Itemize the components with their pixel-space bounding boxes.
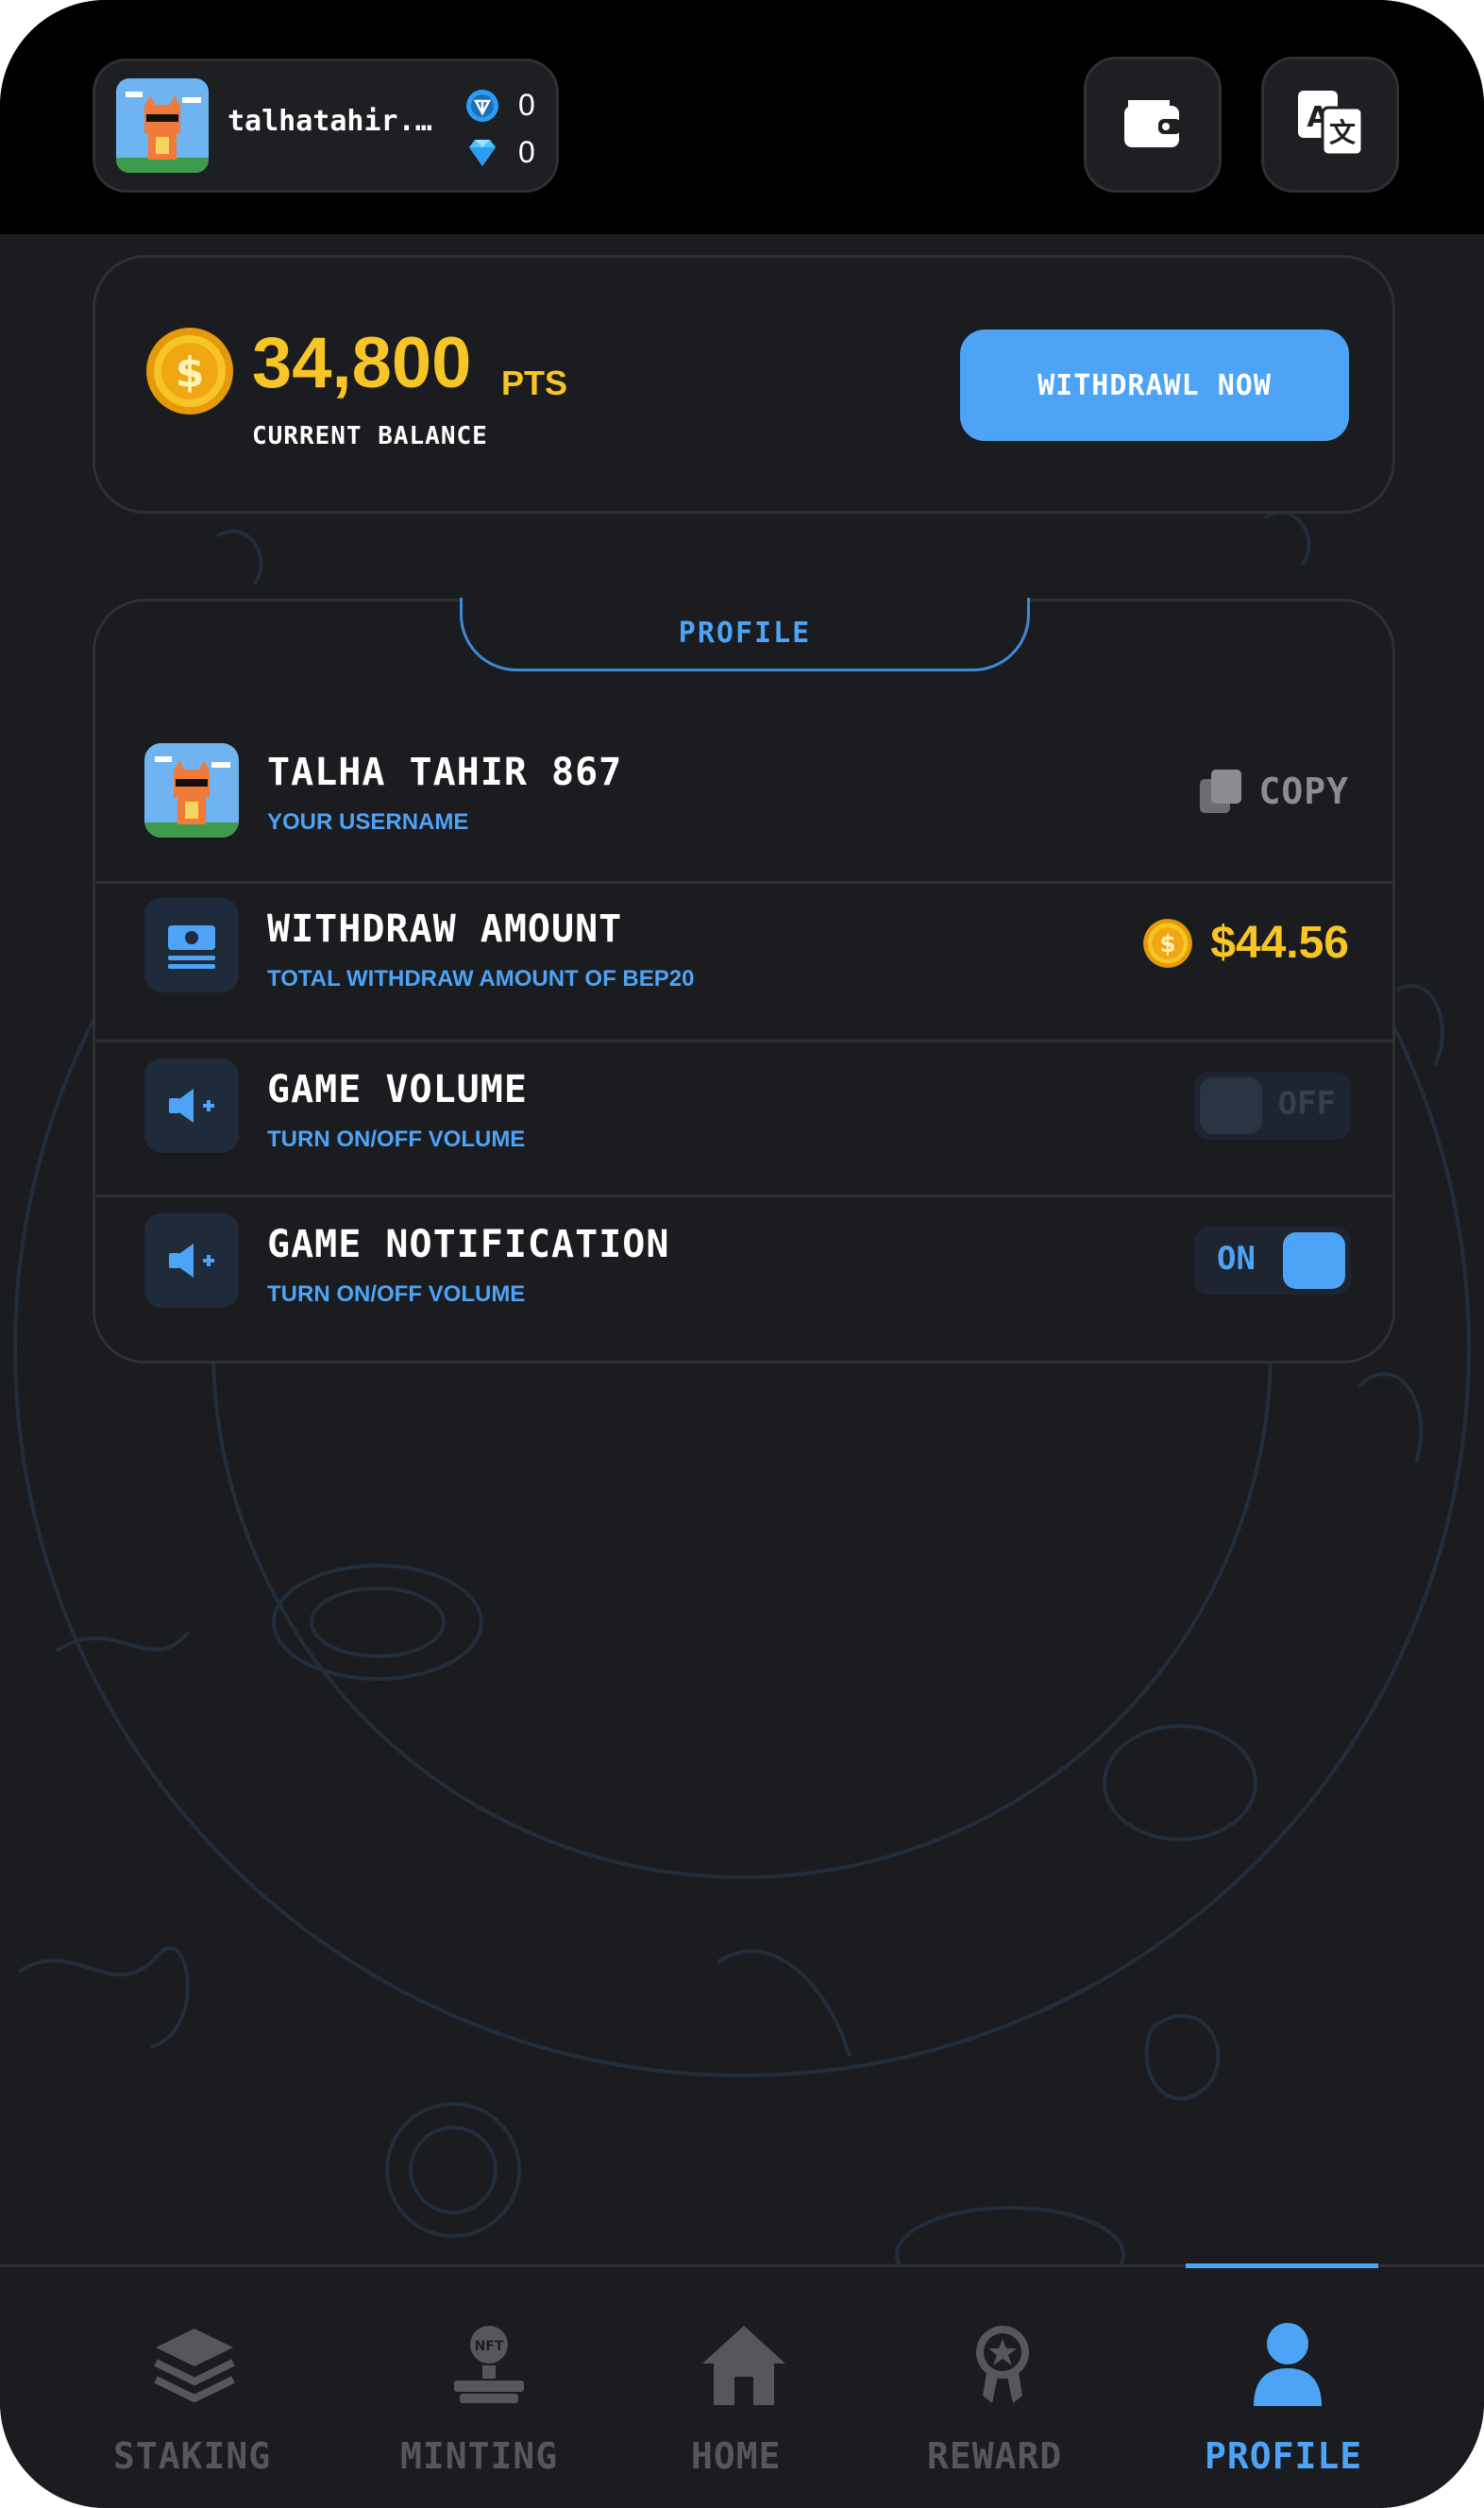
nav-label-reward: REWARD (927, 2435, 1063, 2477)
app-screen: talhatahir... 0 0 A 文 $ 34,800 PTS CURRE… (0, 0, 1484, 2508)
reward-medal-icon (951, 2313, 1054, 2416)
toggle-label: OFF (1277, 1085, 1336, 1123)
nav-label-staking: STAKING (113, 2435, 272, 2477)
translate-icon: A 文 (1294, 87, 1366, 162)
user-icon (1236, 2313, 1340, 2416)
home-icon (692, 2313, 796, 2416)
gem-balance: 0 (465, 135, 535, 170)
profile-username: TALHA TAHIR 867 (267, 751, 623, 794)
svg-text:$: $ (1160, 930, 1176, 957)
game-volume-title: GAME VOLUME (267, 1068, 528, 1111)
withdraw-amount-row: WITHDRAW AMOUNT TOTAL WITHDRAW AMOUNT OF… (95, 898, 1392, 1030)
withdraw-amount-subtitle: TOTAL WITHDRAW AMOUNT OF BEP20 (267, 966, 695, 991)
nav-label-home: HOME (691, 2435, 782, 2477)
volume-up-icon (144, 1213, 239, 1308)
layers-icon (143, 2313, 246, 2416)
top-bar: talhatahir... 0 0 A 文 (0, 0, 1484, 234)
game-volume-row: GAME VOLUME TURN ON/OFF VOLUME OFF (95, 1059, 1392, 1191)
diamond-icon (465, 136, 499, 170)
balance-label: CURRENT BALANCE (252, 422, 488, 450)
nav-item-minting[interactable]: NFT MINTING (387, 2267, 591, 2508)
avatar (144, 743, 239, 838)
withdraw-amount-title: WITHDRAW AMOUNT (267, 907, 623, 951)
svg-text:NFT: NFT (475, 2339, 504, 2354)
ton-balance: 0 (465, 88, 535, 123)
bottom-navigation: STAKING NFT MINTING HOME REWARD PROFILE (0, 2263, 1484, 2508)
game-notification-title: GAME NOTIFICATION (267, 1223, 670, 1266)
gem-balance-value: 0 (518, 135, 535, 169)
username-subtitle: YOUR USERNAME (267, 809, 469, 835)
withdraw-amount-value: $ $44.56 (1142, 917, 1349, 969)
copy-icon (1200, 770, 1242, 813)
game-notification-row: GAME NOTIFICATION TURN ON/OFF VOLUME ON (95, 1213, 1392, 1346)
gold-coin-icon: $ (1143, 918, 1193, 968)
balance-unit: PTS (501, 364, 568, 402)
toggle-label: ON (1217, 1240, 1256, 1278)
balance-card: $ 34,800 PTS CURRENT BALANCE WITHDRAWL N… (93, 255, 1395, 514)
toggle-knob (1200, 1077, 1262, 1134)
wallet-icon (1121, 94, 1185, 155)
withdraw-now-button[interactable]: WITHDRAWL NOW (960, 330, 1349, 441)
copy-button[interactable]: COPY (1198, 768, 1349, 815)
nav-label-profile: PROFILE (1205, 2435, 1363, 2477)
svg-text:文: 文 (1329, 117, 1356, 148)
nav-item-profile[interactable]: PROFILE (1186, 2267, 1390, 2508)
amount-text: $44.56 (1210, 918, 1349, 968)
gold-coin-icon: $ (144, 326, 235, 416)
nft-minting-icon: NFT (437, 2313, 541, 2416)
nav-item-reward[interactable]: REWARD (901, 2267, 1105, 2508)
profile-card: PROFILE TALHA TAHIR 867 YOUR USERNAME CO… (93, 598, 1395, 1364)
copy-label: COPY (1258, 771, 1349, 812)
username-text: talhatahir... (228, 105, 445, 138)
main-content: $ 34,800 PTS CURRENT BALANCE WITHDRAWL N… (0, 234, 1484, 2264)
user-profile-pill[interactable]: talhatahir... 0 0 (93, 59, 559, 193)
nav-label-minting: MINTING (400, 2435, 559, 2477)
divider (95, 1195, 1392, 1197)
divider (95, 1040, 1392, 1042)
username-row: TALHA TAHIR 867 YOUR USERNAME COPY (95, 743, 1392, 875)
ton-balance-value: 0 (518, 88, 535, 122)
volume-up-icon (144, 1059, 239, 1153)
language-button[interactable]: A 文 (1261, 57, 1399, 193)
game-notification-toggle[interactable]: ON (1194, 1227, 1351, 1295)
divider (95, 881, 1392, 884)
balance-value: 34,800 (252, 323, 472, 403)
wallet-button[interactable] (1084, 57, 1222, 193)
game-notification-subtitle: TURN ON/OFF VOLUME (267, 1281, 526, 1307)
ton-coin-icon (465, 89, 499, 123)
toggle-knob (1283, 1232, 1345, 1289)
game-volume-subtitle: TURN ON/OFF VOLUME (267, 1127, 526, 1152)
cash-icon (144, 898, 239, 992)
nav-item-home[interactable]: HOME (642, 2267, 846, 2508)
profile-tab-header: PROFILE (460, 598, 1030, 671)
avatar (116, 78, 209, 173)
nav-item-staking[interactable]: STAKING (93, 2267, 296, 2508)
svg-text:$: $ (176, 348, 205, 397)
game-volume-toggle[interactable]: OFF (1194, 1072, 1351, 1140)
